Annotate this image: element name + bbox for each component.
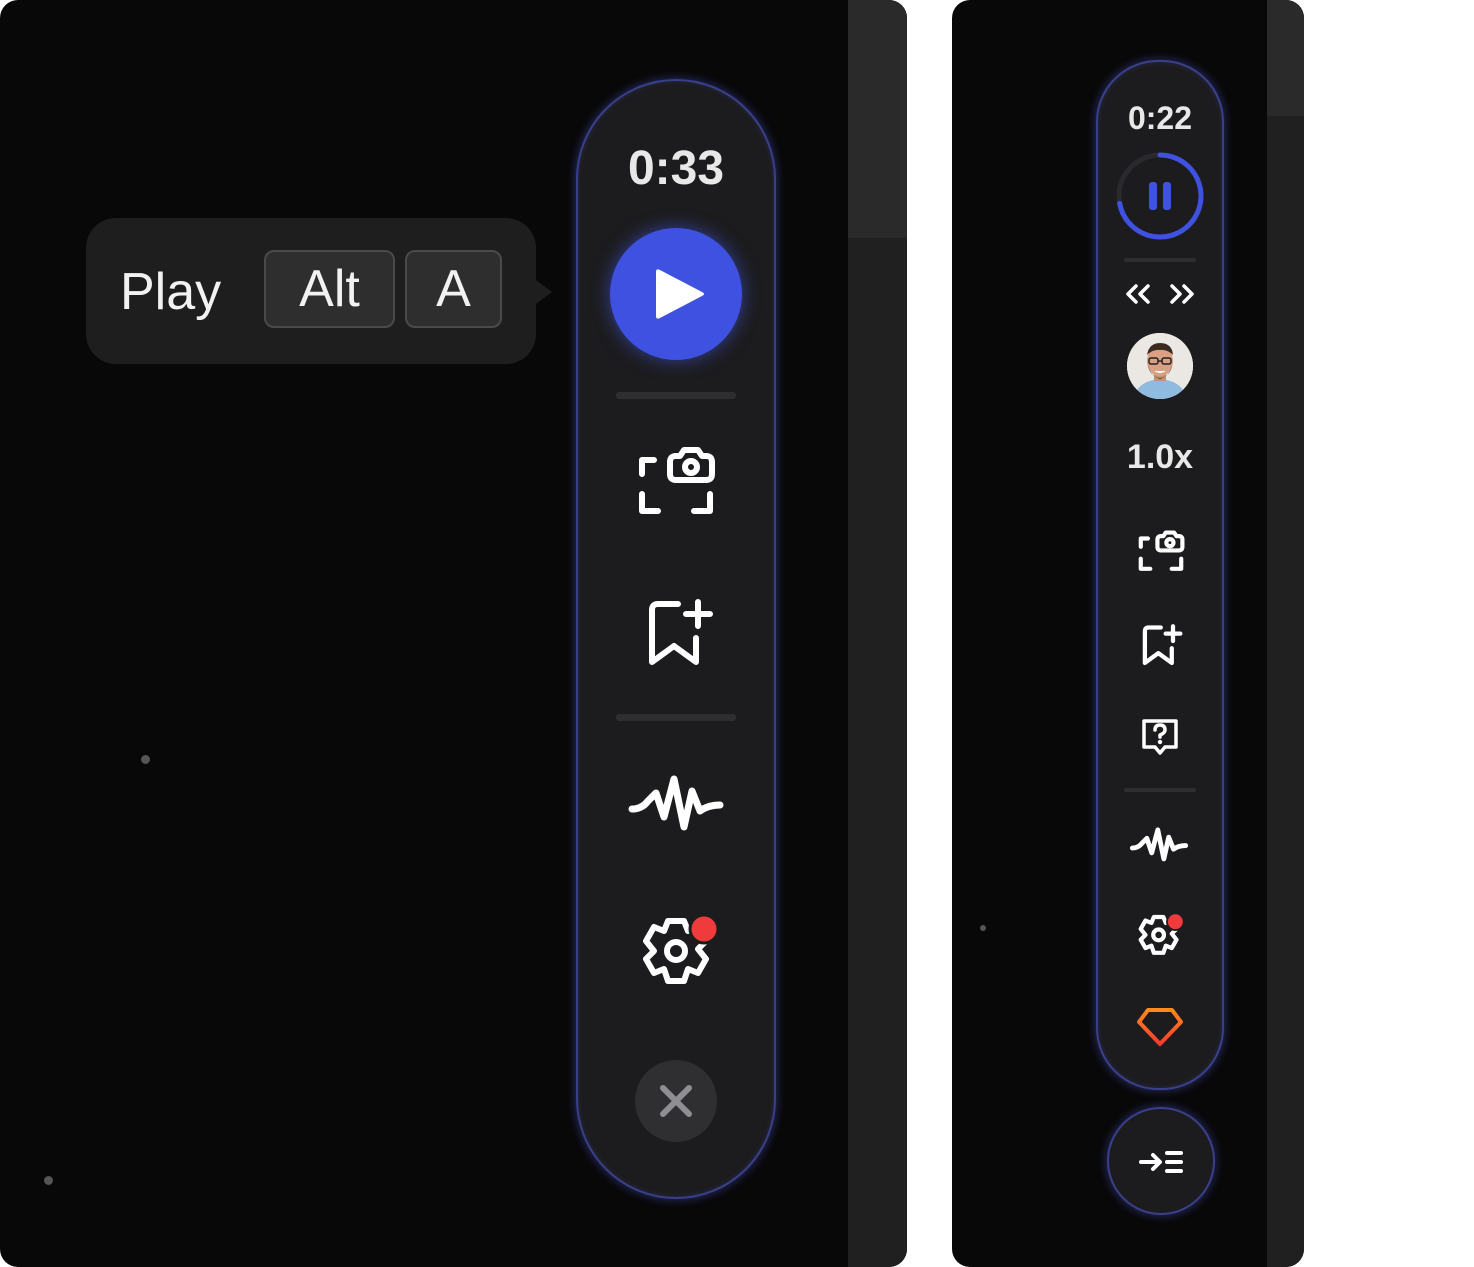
elapsed-time: 0:33 bbox=[627, 142, 725, 195]
screenshot-button[interactable] bbox=[636, 444, 716, 518]
toolbar-divider bbox=[1124, 788, 1196, 792]
premium-diamond-button[interactable] bbox=[1136, 1006, 1184, 1048]
scrollbar-thumb[interactable] bbox=[848, 0, 907, 238]
pause-icon bbox=[1149, 182, 1157, 210]
elapsed-time: 0:22 bbox=[1127, 100, 1193, 136]
playback-speed-button[interactable]: 1.0x bbox=[1098, 438, 1222, 477]
expand-list-icon bbox=[1139, 1151, 1183, 1173]
notification-badge bbox=[1166, 912, 1185, 932]
expand-panel-button[interactable] bbox=[1107, 1107, 1215, 1215]
background-dot bbox=[141, 755, 150, 764]
play-icon bbox=[656, 269, 704, 319]
play-button[interactable] bbox=[610, 228, 742, 360]
shortcut-key-alt: Alt bbox=[264, 250, 395, 328]
rewind-button[interactable] bbox=[1124, 282, 1152, 306]
toolbar-divider bbox=[616, 714, 736, 721]
scrollbar-thumb[interactable] bbox=[1267, 0, 1304, 116]
notification-badge bbox=[688, 913, 720, 945]
close-button[interactable] bbox=[635, 1060, 717, 1142]
pause-button[interactable] bbox=[1115, 151, 1205, 241]
user-portrait bbox=[1127, 333, 1193, 399]
settings-button[interactable] bbox=[640, 911, 720, 993]
toolbar-divider bbox=[1124, 258, 1196, 262]
tooltip-label: Play bbox=[120, 263, 222, 321]
scrollbar-track[interactable] bbox=[1267, 0, 1304, 1267]
play-shortcut-tooltip: Play Alt A bbox=[86, 218, 552, 364]
background-dot bbox=[980, 925, 986, 931]
waveform-button[interactable] bbox=[628, 771, 724, 837]
avatar[interactable] bbox=[1127, 333, 1193, 399]
screenshot-button[interactable] bbox=[1137, 529, 1185, 573]
player-toolbar: 0:33 bbox=[576, 79, 776, 1199]
player-toolbar-compact: 0:22 1.0x bbox=[1096, 60, 1224, 1090]
add-bookmark-button[interactable] bbox=[1140, 621, 1184, 667]
add-bookmark-button[interactable] bbox=[644, 594, 716, 668]
waveform-button[interactable] bbox=[1129, 825, 1189, 865]
settings-button[interactable] bbox=[1137, 911, 1185, 960]
close-icon bbox=[660, 1085, 692, 1117]
background-dot bbox=[44, 1176, 53, 1185]
fast-forward-button[interactable] bbox=[1168, 282, 1196, 306]
shortcut-key-a: A bbox=[405, 250, 502, 328]
toolbar-divider bbox=[616, 392, 736, 399]
diamond-icon bbox=[1137, 1008, 1183, 1046]
scrollbar-track[interactable] bbox=[848, 0, 907, 1267]
tooltip-arrow bbox=[536, 280, 552, 304]
help-button[interactable] bbox=[1138, 715, 1182, 759]
